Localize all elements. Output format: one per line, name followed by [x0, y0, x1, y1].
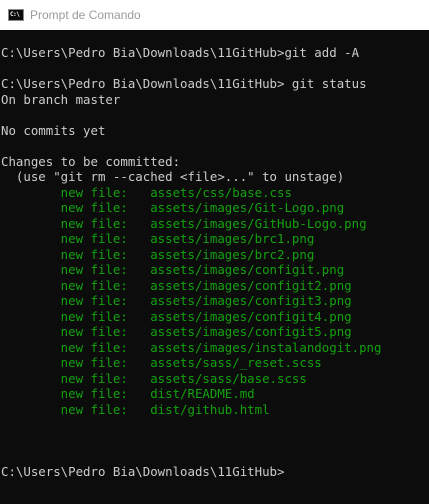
console-line: (use "git rm --cached <file>..." to unst…: [1, 169, 345, 184]
staged-file-line: new file: assets/images/configit.png: [1, 262, 345, 277]
console-line: On branch master: [1, 91, 121, 107]
staged-file-line: new file: assets/images/brc1.png: [1, 231, 315, 246]
staged-file-line: new file: assets/images/Git-Logo.png: [1, 200, 345, 215]
staged-file-line: new file: assets/images/instalandogit.pn…: [1, 339, 382, 355]
console-line: Changes to be committed:: [1, 153, 181, 169]
cmd-icon-glyph: C:\: [10, 11, 20, 18]
staged-file-line: new file: assets/sass/_reset.scss: [1, 355, 322, 370]
staged-file-line: new file: assets/images/configit5.png: [1, 324, 352, 339]
staged-file-line: new file: dist/github.html: [1, 401, 270, 417]
staged-file-line: new file: assets/images/brc2.png: [1, 246, 315, 262]
console-line: C:\Users\Pedro Bia\Downloads\11GitHub>gi…: [1, 45, 360, 60]
console-line: No commits yet: [1, 122, 106, 138]
console-output[interactable]: C:\Users\Pedro Bia\Downloads\11GitHub>gi…: [0, 30, 429, 504]
window-title: Prompt de Comando: [30, 8, 141, 22]
staged-file-line: new file: dist/README.md: [1, 386, 255, 401]
staged-file-line: new file: assets/images/GitHub-Logo.png: [1, 215, 367, 231]
cmd-icon: C:\: [8, 9, 24, 21]
staged-file-line: new file: assets/css/base.css: [1, 184, 292, 200]
staged-file-line: new file: assets/images/configit3.png: [1, 293, 352, 308]
staged-file-line: new file: assets/images/configit4.png: [1, 308, 352, 324]
console-line: C:\Users\Pedro Bia\Downloads\11GitHub>: [1, 463, 285, 479]
console-lines: C:\Users\Pedro Bia\Downloads\11GitHub>gi…: [1, 45, 381, 479]
staged-file-line: new file: assets/sass/base.scss: [1, 370, 307, 386]
console-line: C:\Users\Pedro Bia\Downloads\11GitHub> g…: [1, 76, 367, 91]
staged-file-line: new file: assets/images/configit2.png: [1, 277, 352, 293]
window-titlebar[interactable]: C:\ Prompt de Comando: [0, 0, 429, 30]
